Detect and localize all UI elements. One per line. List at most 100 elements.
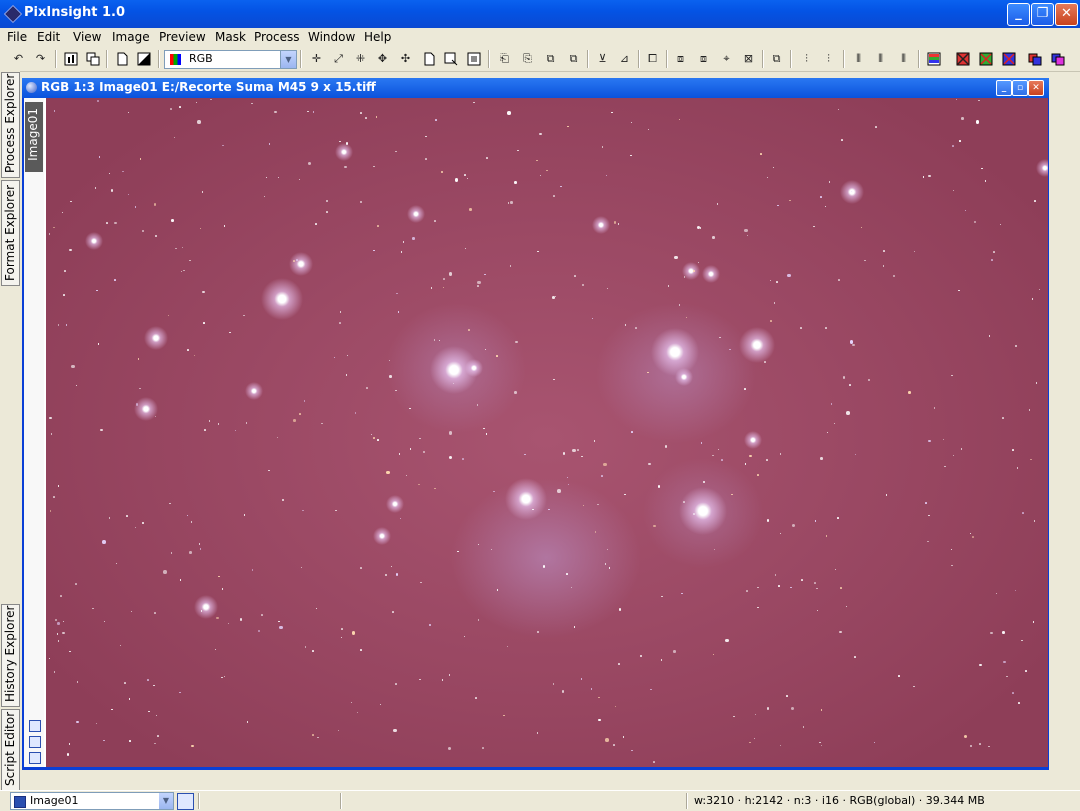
menu-mask[interactable]: Mask bbox=[215, 30, 246, 44]
star bbox=[377, 225, 379, 227]
undo-icon[interactable]: ↶ bbox=[11, 51, 26, 66]
process-icon-2[interactable]: ⎘ bbox=[520, 51, 535, 66]
menu-help[interactable]: Help bbox=[364, 30, 391, 44]
process-icon-14[interactable]: ⫶ bbox=[821, 51, 836, 66]
crosshair-icon[interactable]: ✛ bbox=[309, 51, 324, 66]
channel-icon-1[interactable] bbox=[1027, 51, 1042, 66]
duplicate-icon[interactable] bbox=[85, 51, 100, 66]
star bbox=[485, 433, 488, 435]
process-icon-7[interactable]: ⧠ bbox=[645, 51, 660, 66]
histogram-icon[interactable] bbox=[926, 51, 941, 66]
chevron-down-icon[interactable]: ▼ bbox=[280, 51, 296, 68]
readout-icon[interactable] bbox=[421, 51, 436, 66]
tab-script-editor[interactable]: Script Editor bbox=[1, 709, 20, 791]
star bbox=[268, 469, 270, 472]
star bbox=[566, 573, 568, 575]
minimize-button[interactable]: _ bbox=[1007, 3, 1030, 26]
mask-red-icon[interactable] bbox=[955, 51, 970, 66]
star bbox=[567, 125, 569, 127]
star bbox=[468, 329, 470, 331]
image-maximize-button[interactable]: ▫ bbox=[1012, 80, 1028, 96]
process-icon-6[interactable]: ⊿ bbox=[617, 51, 632, 66]
mask-blue-icon[interactable] bbox=[1001, 51, 1016, 66]
process-icon-4[interactable]: ⧉ bbox=[566, 51, 581, 66]
close-button[interactable]: ✕ bbox=[1055, 3, 1078, 26]
chevron-down-icon[interactable]: ▼ bbox=[159, 793, 173, 809]
star bbox=[647, 128, 650, 131]
star bbox=[170, 108, 172, 110]
star bbox=[434, 487, 436, 490]
image-window[interactable]: RGB 1:3 Image01 E:/Recorte Suma M45 9 x … bbox=[22, 78, 1049, 770]
process-icon-10[interactable]: ⌖ bbox=[719, 51, 734, 66]
process-icon-11[interactable]: ⊠ bbox=[741, 51, 756, 66]
redo-icon[interactable]: ↷ bbox=[33, 51, 48, 66]
view-tab-image01[interactable]: Image01 bbox=[25, 102, 43, 172]
color-mode-select[interactable]: RGB ▼ bbox=[164, 50, 297, 69]
tab-format-explorer[interactable]: Format Explorer bbox=[1, 180, 20, 286]
view-option-icon-3[interactable] bbox=[29, 752, 41, 764]
new-document-icon[interactable] bbox=[114, 51, 129, 66]
image-window-titlebar[interactable]: RGB 1:3 Image01 E:/Recorte Suma M45 9 x … bbox=[22, 78, 1049, 98]
select-preview-icon[interactable] bbox=[443, 51, 458, 66]
process-icon-9[interactable]: ⧈ bbox=[696, 51, 711, 66]
star bbox=[69, 650, 71, 653]
star bbox=[717, 448, 720, 451]
star bbox=[548, 508, 550, 511]
menu-window[interactable]: Window bbox=[308, 30, 355, 44]
star bbox=[833, 422, 836, 424]
menu-view[interactable]: View bbox=[73, 30, 101, 44]
star bbox=[173, 136, 176, 139]
process-icon-3[interactable]: ⧉ bbox=[543, 51, 558, 66]
maximize-button[interactable]: ❐ bbox=[1031, 3, 1054, 26]
star bbox=[281, 498, 285, 502]
view-option-icon-2[interactable] bbox=[29, 736, 41, 748]
process-icon-17[interactable]: ⦀ bbox=[896, 51, 911, 66]
image-close-button[interactable]: ✕ bbox=[1028, 80, 1044, 96]
menu-edit[interactable]: Edit bbox=[37, 30, 60, 44]
menu-process[interactable]: Process bbox=[254, 30, 300, 44]
star bbox=[503, 714, 505, 717]
tab-history-explorer[interactable]: History Explorer bbox=[1, 604, 20, 707]
process-icon-1[interactable]: ⎗ bbox=[497, 51, 512, 66]
process-icon-16[interactable]: ⦀ bbox=[873, 51, 888, 66]
star bbox=[524, 453, 526, 456]
zoom-fit-icon[interactable]: ⤢ bbox=[331, 51, 346, 66]
process-icon-5[interactable]: ⊻ bbox=[595, 51, 610, 66]
star bbox=[892, 274, 896, 278]
new-view-icon[interactable] bbox=[177, 793, 194, 810]
zoom-in-icon[interactable]: ⁜ bbox=[353, 51, 368, 66]
star bbox=[1034, 200, 1036, 202]
mask-green-icon[interactable] bbox=[978, 51, 993, 66]
menu-image[interactable]: Image bbox=[112, 30, 150, 44]
star bbox=[69, 248, 72, 252]
invert-icon[interactable] bbox=[136, 51, 151, 66]
process-icon-13[interactable]: ⫶ bbox=[799, 51, 814, 66]
process-icon-15[interactable]: ⦀ bbox=[851, 51, 866, 66]
star bbox=[134, 206, 137, 208]
star bbox=[613, 221, 617, 224]
star bbox=[605, 738, 609, 742]
process-icon-8[interactable]: ⧈ bbox=[673, 51, 688, 66]
zoom-out-icon[interactable]: ✥ bbox=[375, 51, 390, 66]
star bbox=[386, 495, 404, 513]
star bbox=[155, 714, 158, 717]
pan-icon[interactable]: ✣ bbox=[398, 51, 413, 66]
image-minimize-button[interactable]: _ bbox=[996, 80, 1012, 96]
menu-file[interactable]: File bbox=[7, 30, 27, 44]
menu-preview[interactable]: Preview bbox=[159, 30, 206, 44]
statistics-icon[interactable] bbox=[63, 51, 78, 66]
star bbox=[981, 167, 983, 170]
star bbox=[53, 110, 56, 112]
star bbox=[1038, 288, 1041, 291]
view-selector[interactable]: Image01 ▼ bbox=[10, 792, 174, 810]
image-canvas[interactable] bbox=[46, 98, 1048, 767]
channel-icon-2[interactable] bbox=[1050, 51, 1065, 66]
star bbox=[573, 626, 576, 628]
view-option-icon-1[interactable] bbox=[29, 720, 41, 732]
star bbox=[428, 623, 432, 627]
process-icon-12[interactable]: ⧉ bbox=[769, 51, 784, 66]
edit-preview-icon[interactable] bbox=[466, 51, 481, 66]
image-info-readout: w:3210 · h:2142 · n:3 · i16 · RGB(global… bbox=[694, 794, 985, 807]
star bbox=[712, 653, 715, 656]
tab-process-explorer[interactable]: Process Explorer bbox=[1, 72, 20, 178]
